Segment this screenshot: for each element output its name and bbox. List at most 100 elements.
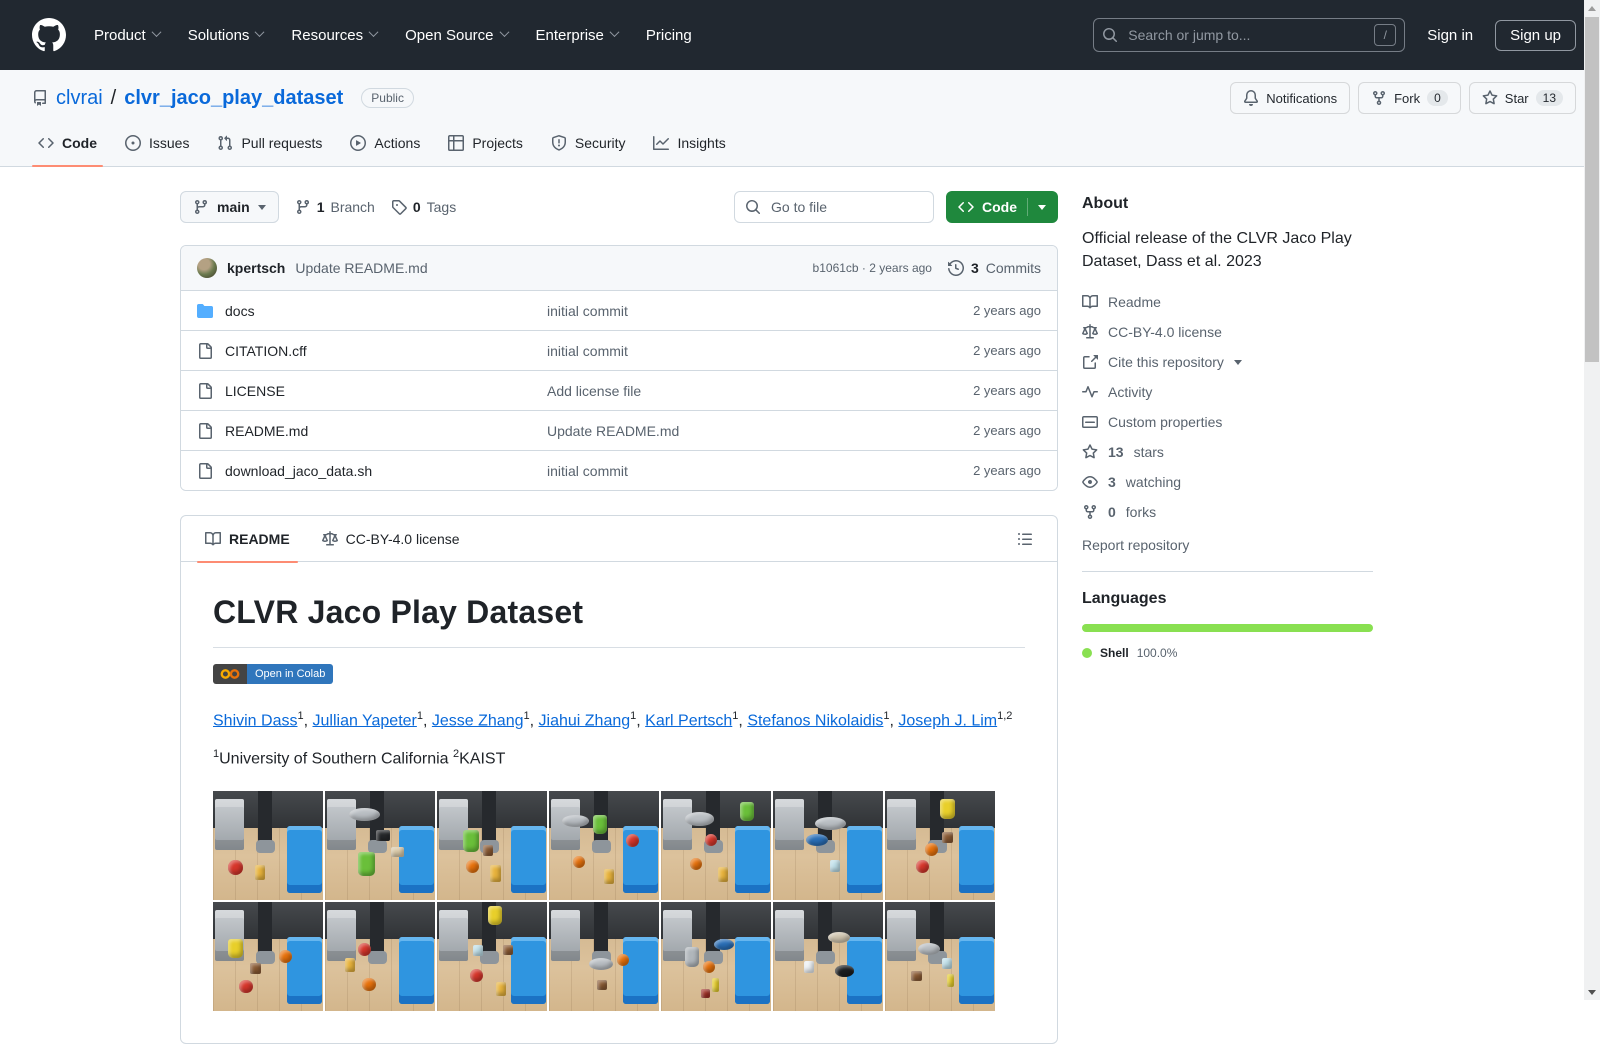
nav-item-open-source[interactable]: Open Source (395, 19, 517, 52)
github-logo-icon[interactable] (32, 18, 66, 52)
file-name: README.md (225, 422, 309, 439)
go-to-file-box[interactable] (734, 191, 934, 223)
nav-item-enterprise[interactable]: Enterprise (526, 19, 628, 52)
author-link[interactable]: Shivin Dass (213, 712, 297, 729)
rect-object (597, 980, 608, 990)
commit-history-link[interactable]: 3 Commits (947, 260, 1041, 276)
rect-object (803, 960, 814, 973)
nav-item-solutions[interactable]: Solutions (178, 19, 274, 52)
file-commit-message[interactable]: initial commit (547, 463, 921, 479)
nav-item-product[interactable]: Product (84, 19, 170, 52)
file-commit-time: 2 years ago (973, 383, 1041, 398)
search-icon (1102, 27, 1118, 43)
tab-security[interactable]: Security (537, 120, 640, 166)
report-repository-link[interactable]: Report repository (1082, 537, 1373, 553)
star-button[interactable]: Star 13 (1468, 82, 1576, 114)
author-link[interactable]: Karl Pertsch (645, 712, 732, 729)
repo-owner-link[interactable]: clvrai (56, 87, 103, 110)
fork-button[interactable]: Fork 0 (1358, 82, 1461, 114)
file-link-download_jaco_data.sh[interactable]: download_jaco_data.sh (197, 462, 547, 479)
file-commit-time: 2 years ago (973, 343, 1041, 358)
author-link[interactable]: Jullian Yapeter (313, 712, 417, 729)
sign-up-button[interactable]: Sign up (1495, 19, 1576, 51)
tab-insights[interactable]: Insights (639, 120, 739, 166)
colab-badge-label: Open in Colab (247, 664, 334, 684)
repo-name-link[interactable]: clvr_jaco_play_dataset (124, 87, 343, 110)
language-bar[interactable] (1082, 624, 1373, 633)
branch-selector[interactable]: main (180, 191, 279, 223)
file-icon (197, 382, 213, 399)
language-item-shell[interactable]: Shell 100.0% (1082, 646, 1373, 660)
file-commit-message[interactable]: initial commit (547, 303, 921, 319)
page-scrollbar[interactable] (1584, 0, 1600, 1000)
file-link-README.md[interactable]: README.md (197, 422, 547, 439)
code-download-button[interactable]: Code (946, 191, 1058, 223)
file-link-CITATION.cff[interactable]: CITATION.cff (197, 342, 547, 359)
sidebar-link-stars[interactable]: 13 stars (1082, 437, 1373, 467)
ball-object (465, 860, 479, 874)
sign-in-link[interactable]: Sign in (1419, 21, 1481, 50)
main-menu: Product Solutions Resources Open Source Ente… (84, 19, 1075, 52)
scroll-down-arrow[interactable] (1584, 984, 1600, 1000)
ball-object (362, 977, 376, 992)
avatar[interactable] (197, 258, 217, 278)
tab-code[interactable]: Code (24, 120, 111, 167)
tab-pull-requests[interactable]: Pull requests (203, 120, 336, 166)
rect-object (946, 973, 955, 987)
tab-actions[interactable]: Actions (336, 120, 434, 166)
author-link[interactable]: Joseph J. Lim (898, 712, 997, 729)
notifications-button[interactable]: Notifications (1230, 82, 1351, 114)
file-commit-message[interactable]: Update README.md (547, 423, 921, 439)
tab-issues[interactable]: Issues (111, 120, 203, 166)
code-icon (38, 135, 54, 151)
sidebar-link-watching[interactable]: 3 watching (1082, 467, 1373, 497)
commit-author-link[interactable]: kpertsch (227, 260, 285, 276)
sidebar-link-custom-properties[interactable]: Custom properties (1082, 407, 1373, 437)
plate-object (713, 938, 734, 950)
commit-message-link[interactable]: Update README.md (295, 260, 427, 276)
author-link[interactable]: Stefanos Nikolaidis (747, 712, 883, 729)
search-input[interactable] (1126, 26, 1367, 44)
scrollbar-thumb[interactable] (1585, 17, 1599, 362)
tab-readme[interactable]: README (189, 516, 306, 563)
dataset-sample-image (325, 790, 435, 900)
sidebar-link-cc-by-4.0-license[interactable]: CC-BY-4.0 license (1082, 317, 1373, 347)
file-commit-time: 2 years ago (973, 463, 1041, 478)
nav-item-resources[interactable]: Resources (281, 19, 387, 52)
author-link[interactable]: Jiahui Zhang (539, 712, 631, 729)
ball-object (924, 842, 938, 857)
go-to-file-input[interactable] (769, 198, 923, 216)
nav-item-pricing[interactable]: Pricing (636, 19, 702, 52)
meter-icon (1082, 414, 1098, 430)
sidebar-link-activity[interactable]: Activity (1082, 377, 1373, 407)
folder-icon (197, 303, 213, 319)
global-search[interactable]: / (1093, 18, 1406, 52)
file-link-docs[interactable]: docs (197, 303, 547, 319)
branches-link[interactable]: 1 Branch (295, 199, 375, 215)
file-link-LICENSE[interactable]: LICENSE (197, 382, 547, 399)
chevron-down-icon (609, 27, 620, 38)
tab-license[interactable]: CC-BY-4.0 license (306, 516, 476, 562)
chevron-down-icon (1233, 359, 1242, 365)
file-commit-message[interactable]: Add license file (547, 383, 921, 399)
scroll-up-arrow[interactable] (1584, 0, 1600, 16)
tab-projects[interactable]: Projects (434, 120, 537, 166)
current-branch: main (217, 199, 250, 215)
commit-sha-time[interactable]: b1061cb · 2 years ago (813, 261, 932, 275)
outline-icon[interactable] (1011, 525, 1039, 553)
ball-object (915, 860, 929, 874)
plate-object (834, 964, 855, 977)
table-row: README.md Update README.md 2 years ago (181, 410, 1057, 450)
sidebar-link-readme[interactable]: Readme (1082, 287, 1373, 317)
rect-object (254, 864, 265, 881)
open-in-colab-badge[interactable]: Open in Colab (213, 664, 334, 684)
nav-item-label: Solutions (187, 26, 250, 44)
robot-arm (255, 790, 276, 853)
file-commit-message[interactable]: initial commit (547, 343, 921, 359)
author-link[interactable]: Jesse Zhang (432, 712, 524, 729)
sidebar-link-forks[interactable]: 0 forks (1082, 497, 1373, 527)
authors-line: Shivin Dass1, Jullian Yapeter1, Jesse Zh… (213, 710, 1013, 730)
sidebar-link-cite-this-repository[interactable]: Cite this repository (1082, 347, 1373, 377)
blue-bin (846, 825, 882, 894)
tags-link[interactable]: 0 Tags (391, 199, 456, 215)
